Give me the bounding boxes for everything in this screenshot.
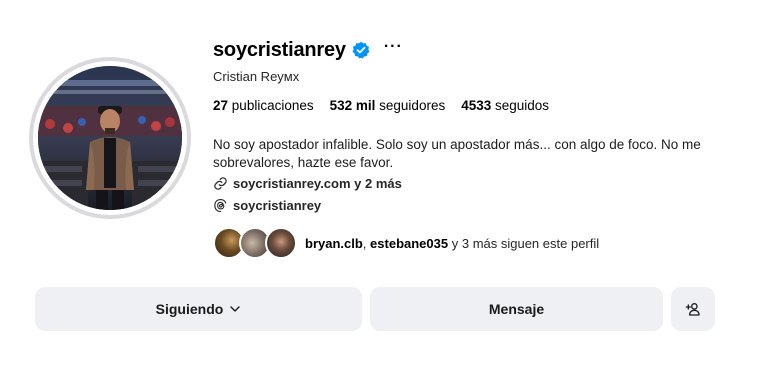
profile-avatar[interactable] (29, 57, 191, 219)
posts-label: publicaciones (231, 98, 314, 113)
suggested-users-button[interactable] (671, 287, 715, 331)
mutual-separator: , (362, 235, 367, 251)
following-stat[interactable]: 4533 seguidos (461, 98, 549, 113)
following-label: Siguiendo (155, 301, 224, 317)
add-person-icon (685, 303, 700, 316)
followers-stat[interactable]: 532 mil seguidores (330, 98, 446, 113)
mutual-user-1[interactable]: bryan.clb (305, 236, 363, 251)
mutual-followers-text: bryan.clb, estebane035 y 3 más siguen es… (305, 236, 599, 251)
profile-stats: 27 publicaciones 532 mil seguidores 4533… (213, 98, 565, 113)
profile-username: soycristianrey (213, 38, 346, 61)
avatar-border (33, 61, 187, 215)
profile-header: soycristianrey ··· (213, 36, 403, 64)
avatar-photo (38, 66, 182, 210)
followers-count: 532 mil (329, 98, 376, 113)
posts-count: 27 (213, 98, 229, 113)
profile-bio: No soy apostador infalible. Solo soy un … (213, 137, 701, 170)
mutual-avatar (265, 227, 297, 259)
following-count: 4533 (461, 98, 492, 113)
posts-stat[interactable]: 27 publicaciones (213, 98, 314, 113)
verified-badge-icon (352, 41, 370, 59)
threads-handle: soycristianrey (233, 198, 322, 213)
message-label: Mensaje (488, 301, 545, 317)
external-link[interactable]: soycristianrey.com y 2 más (213, 176, 402, 191)
followers-label: seguidores (379, 98, 446, 113)
mutual-rest: y 3 más siguen este perfil (451, 235, 600, 251)
profile-full-name: Cristian Reyмx (213, 69, 300, 84)
following-button[interactable]: Siguiendo (35, 287, 362, 331)
avatar-illustration (38, 66, 182, 210)
chevron-down-icon (230, 306, 241, 312)
threads-link[interactable]: soycristianrey (213, 198, 321, 213)
mutual-avatars (213, 227, 297, 259)
mutual-followers[interactable]: bryan.clb, estebane035 y 3 más siguen es… (213, 227, 599, 259)
external-link-text: soycristianrey.com y 2 más (233, 176, 402, 191)
threads-icon (214, 198, 227, 212)
message-button[interactable]: Mensaje (370, 287, 663, 331)
following-label: seguidos (495, 98, 550, 113)
more-options-icon[interactable]: ··· (384, 39, 403, 58)
mutual-user-2[interactable]: estebane035 (370, 236, 448, 251)
link-icon (214, 177, 227, 190)
